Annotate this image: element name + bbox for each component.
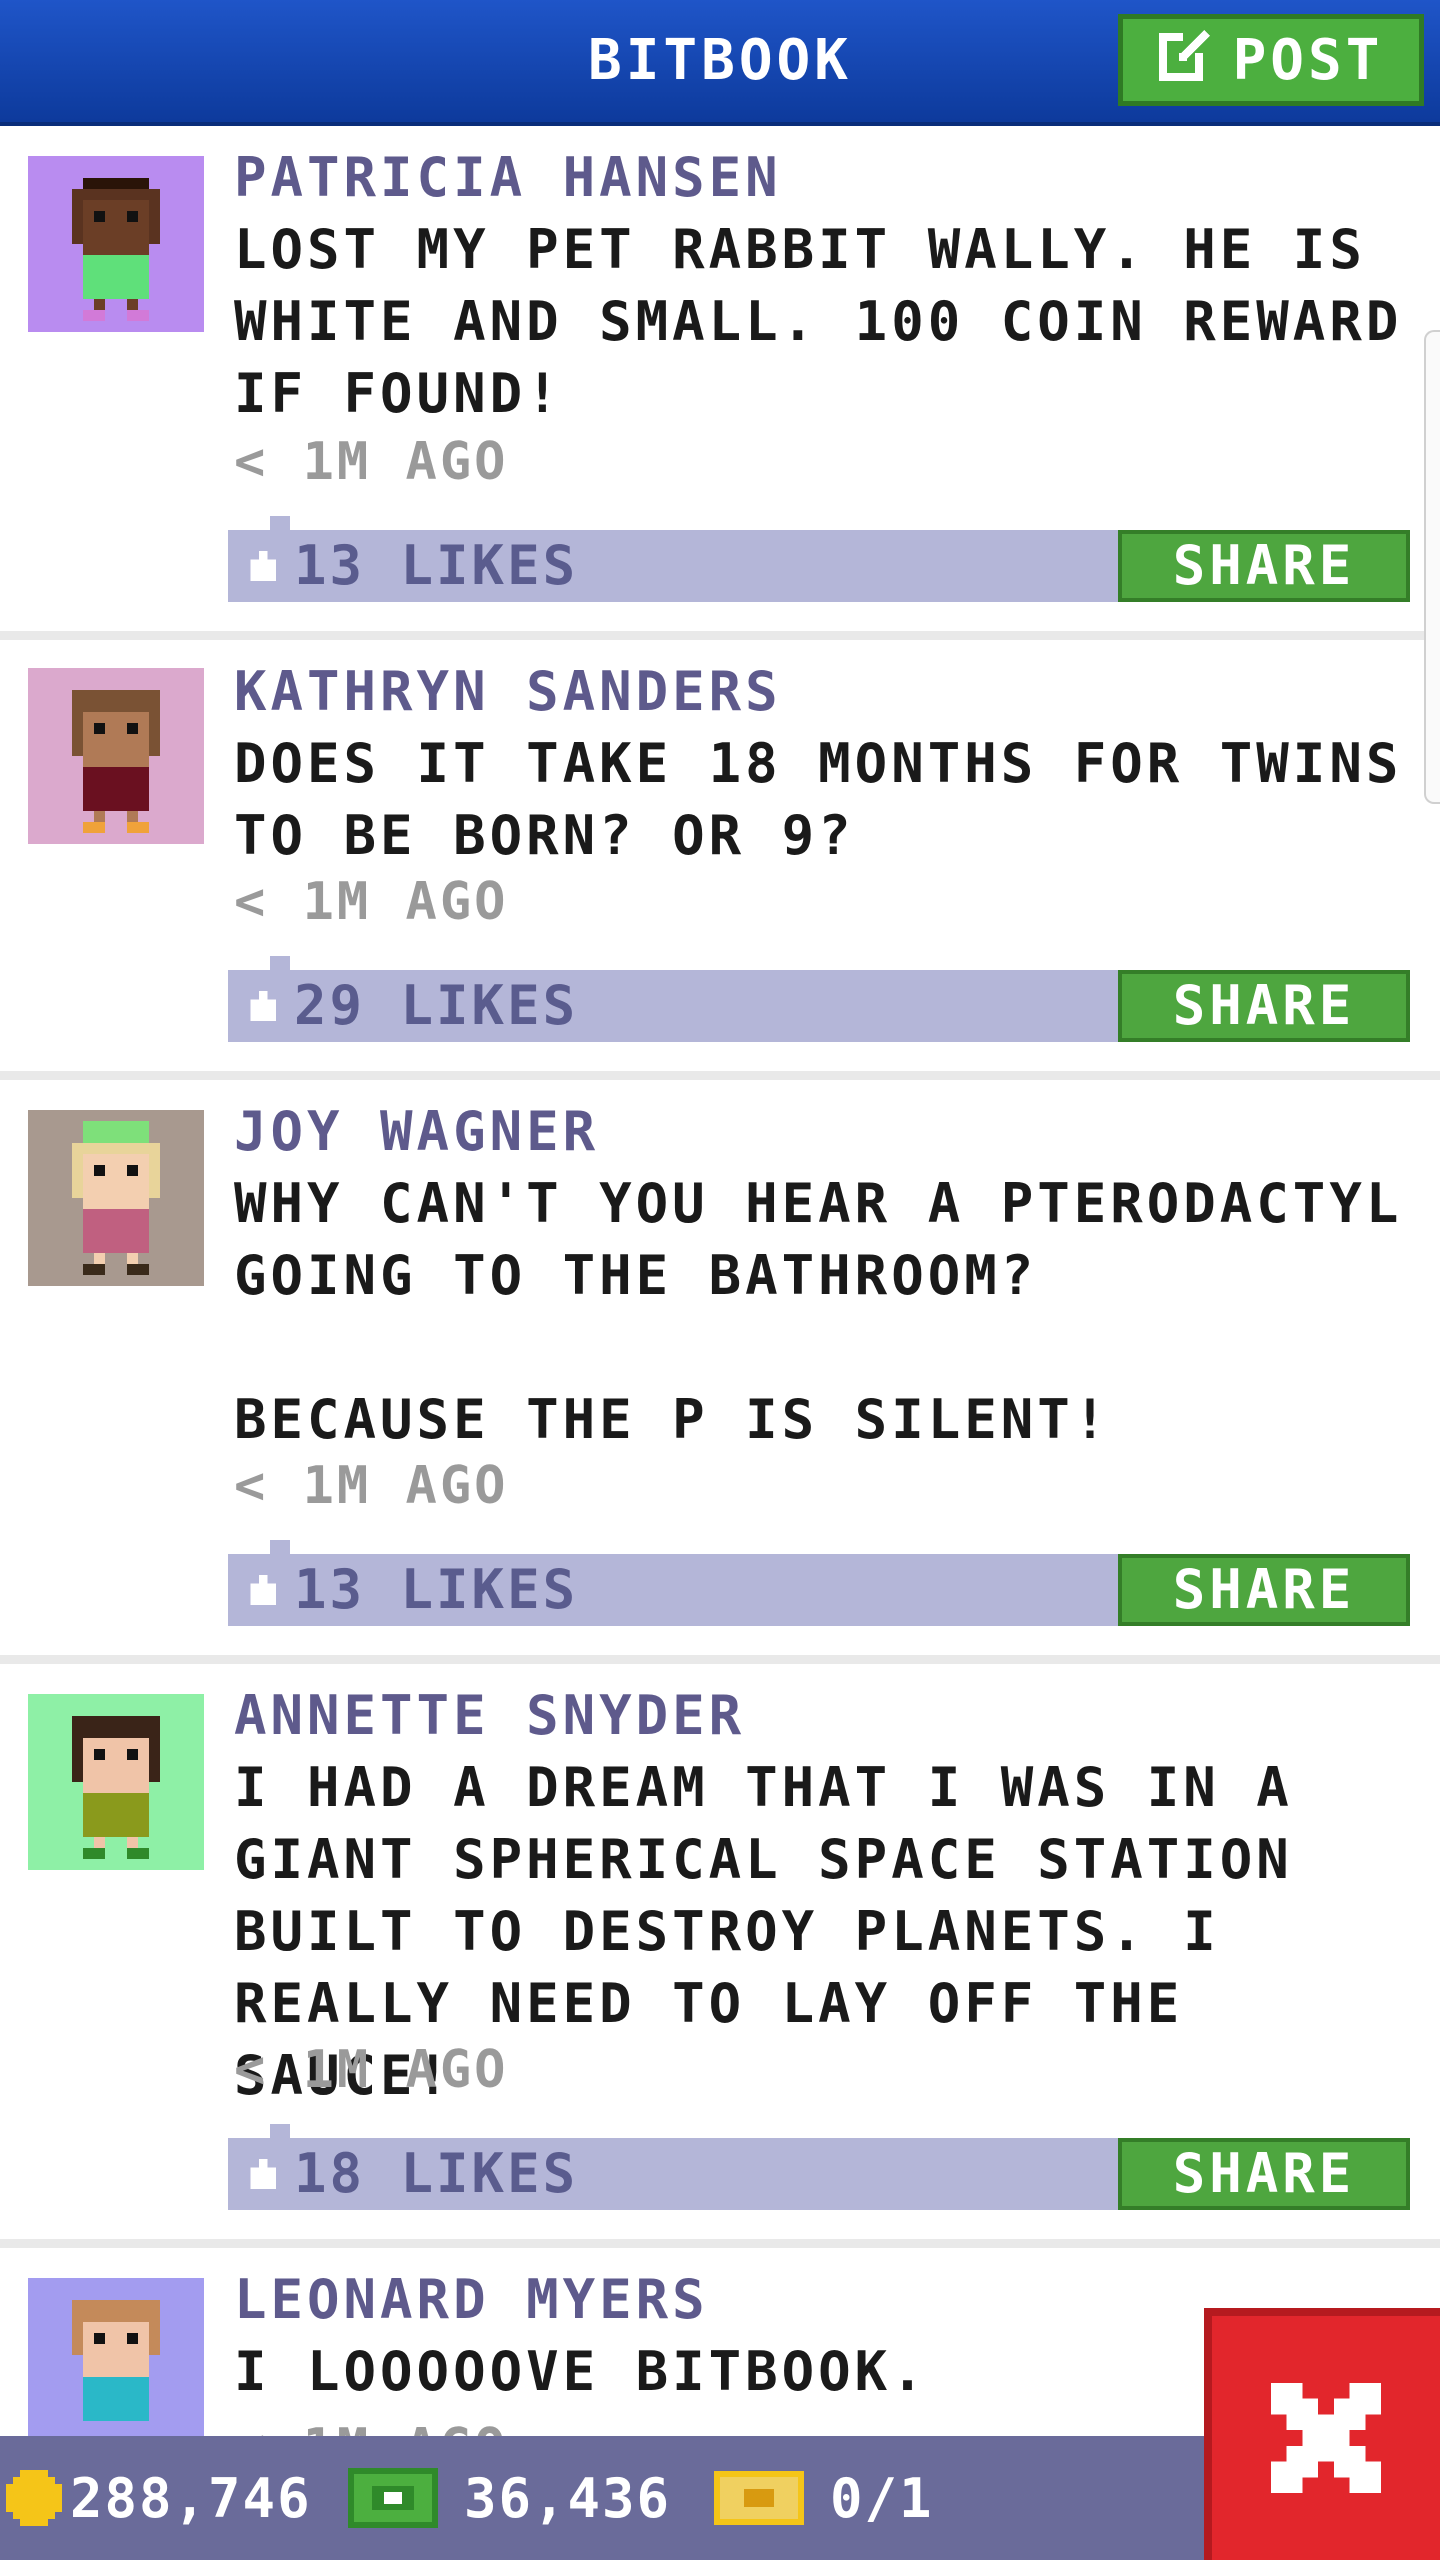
post-button[interactable]: POST	[1118, 14, 1424, 106]
share-button[interactable]: SHARE	[1118, 530, 1410, 602]
likes-bar: 13 LIKES SHARE	[228, 516, 1410, 602]
feed-post: ANNETTE SNYDER I HAD A DREAM THAT I WAS …	[0, 1664, 1440, 2248]
post-author[interactable]: LEONARD MYERS	[234, 2268, 709, 2331]
likes-bar: 18 LIKES SHARE	[228, 2124, 1410, 2210]
share-button[interactable]: SHARE	[1118, 970, 1410, 1042]
like-button[interactable]: 29 LIKES	[246, 970, 578, 1042]
post-time: < 1M AGO	[234, 872, 509, 932]
share-button[interactable]: SHARE	[1118, 2138, 1410, 2210]
bux-icon	[348, 2468, 438, 2528]
avatar[interactable]	[28, 1694, 204, 1870]
like-button[interactable]: 18 LIKES	[246, 2138, 578, 2210]
scroll-indicator[interactable]	[1424, 330, 1440, 804]
top-bar: BITBOOK POST	[0, 0, 1440, 126]
likes-bar: 13 LIKES SHARE	[228, 1540, 1410, 1626]
post-message: DOES IT TAKE 18 MONTHS FOR TWINS TO BE B…	[234, 732, 1439, 867]
post-author[interactable]: PATRICIA HANSEN	[234, 146, 782, 209]
feed-post: PATRICIA HANSEN LOST MY PET RABBIT WALLY…	[0, 126, 1440, 640]
post-button-label: POST	[1232, 27, 1384, 93]
like-button[interactable]: 13 LIKES	[246, 1554, 578, 1626]
tickets-stat: 0/1	[714, 2436, 934, 2560]
bux-value: 36,436	[464, 2466, 672, 2530]
post-edit-icon	[1158, 25, 1215, 95]
thumbs-up-icon	[250, 991, 276, 1021]
post-time: < 1M AGO	[234, 1456, 509, 1516]
post-time: < 1M AGO	[234, 432, 509, 492]
post-message: WHY CAN'T YOU HEAR A PTERODACTYL GOING T…	[234, 1172, 1403, 1451]
close-icon	[1271, 2383, 1381, 2493]
avatar[interactable]	[28, 668, 204, 844]
likes-count: 13 LIKES	[294, 1558, 579, 1621]
post-time: < 1M AGO	[234, 2040, 509, 2100]
likes-bar: 29 LIKES SHARE	[228, 956, 1410, 1042]
avatar[interactable]	[28, 2278, 204, 2454]
close-button[interactable]	[1204, 2308, 1440, 2560]
thumbs-up-icon	[250, 2159, 276, 2189]
post-message: LOST MY PET RABBIT WALLY. HE IS WHITE AN…	[234, 218, 1439, 425]
avatar[interactable]	[28, 156, 204, 332]
likes-count: 29 LIKES	[294, 974, 579, 1037]
coins-value: 288,746	[70, 2466, 312, 2530]
thumbs-up-icon	[250, 551, 276, 581]
thumbs-up-icon	[250, 1575, 276, 1605]
ticket-icon	[714, 2471, 804, 2525]
coins-stat: 288,746	[6, 2436, 312, 2560]
post-author[interactable]: KATHRYN SANDERS	[234, 660, 782, 723]
feed-post: KATHRYN SANDERS DOES IT TAKE 18 MONTHS F…	[0, 640, 1440, 1080]
coin-icon	[6, 2470, 62, 2526]
like-button[interactable]: 13 LIKES	[246, 530, 578, 602]
tickets-value: 0/1	[830, 2466, 934, 2530]
avatar[interactable]	[28, 1110, 204, 1286]
likes-count: 18 LIKES	[294, 2142, 579, 2205]
feed-post: JOY WAGNER WHY CAN'T YOU HEAR A PTERODAC…	[0, 1080, 1440, 1664]
bux-stat: 36,436	[348, 2436, 671, 2560]
likes-count: 13 LIKES	[294, 534, 579, 597]
share-button[interactable]: SHARE	[1118, 1554, 1410, 1626]
post-author[interactable]: JOY WAGNER	[234, 1100, 599, 1163]
post-author[interactable]: ANNETTE SNYDER	[234, 1684, 745, 1747]
